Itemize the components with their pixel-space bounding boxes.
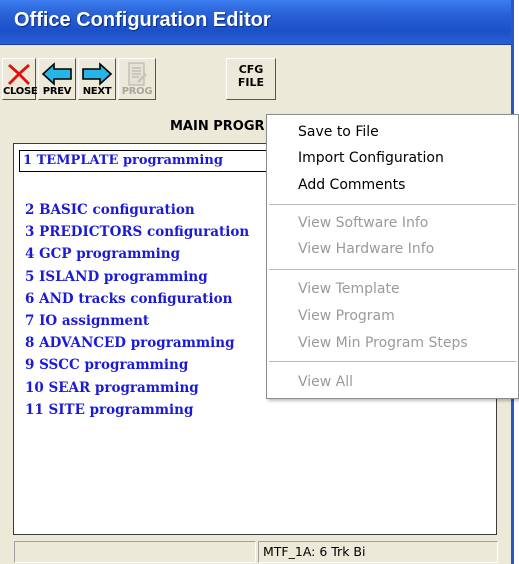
status-bar: MTF_1A: 6 Trk Bi: [0, 538, 511, 564]
context-menu-item-view-template[interactable]: View Template: [298, 279, 400, 299]
next-button-label: NEXT: [82, 86, 112, 97]
context-menu-item-view-hardware-info[interactable]: View Hardware Info: [298, 239, 434, 259]
context-menu-item-save-to-file[interactable]: Save to File: [298, 122, 379, 142]
program-list-item[interactable]: 5 ISLAND programming: [25, 266, 249, 288]
right-arrow-icon: [82, 62, 113, 86]
cfg-file-button[interactable]: CFG FILE: [226, 58, 276, 100]
window-title: Office Configuration Editor: [14, 9, 271, 31]
context-menu-item-add-comments[interactable]: Add Comments: [298, 175, 405, 195]
program-list-item[interactable]: 8 ADVANCED programming: [25, 332, 249, 354]
program-list-item[interactable]: 3 PREDICTORS configuration: [25, 221, 249, 243]
context-menu-item-view-min-program-steps[interactable]: View Min Program Steps: [298, 333, 468, 353]
context-menu-separator: [269, 361, 516, 362]
context-menu-separator: [269, 269, 516, 270]
cfg-file-button-label: CFG FILE: [227, 63, 275, 89]
context-menu-item-view-all[interactable]: View All: [298, 372, 353, 392]
program-list-item[interactable]: 2 BASIC configuration: [25, 199, 249, 221]
status-cell-right: MTF_1A: 6 Trk Bi: [258, 541, 498, 563]
prev-button[interactable]: PREV: [38, 58, 76, 100]
program-list-item[interactable]: 11 SITE programming: [25, 399, 249, 421]
prog-button-label: PROG: [121, 86, 153, 97]
program-list-item[interactable]: 10 SEAR programming: [25, 377, 249, 399]
program-list-item[interactable]: 7 IO assignment: [25, 310, 249, 332]
next-button[interactable]: NEXT: [78, 58, 116, 100]
status-cell-left: [14, 541, 256, 563]
main-program-title: MAIN PROGR: [170, 119, 265, 134]
title-bar[interactable]: Office Configuration Editor: [0, 0, 511, 45]
program-list-item[interactable]: 9 SSCC programming: [25, 354, 249, 376]
context-menu-item-import-configuration[interactable]: Import Configuration: [298, 148, 444, 168]
close-button[interactable]: CLOSE: [2, 58, 38, 100]
context-menu-separator: [269, 204, 516, 205]
context-menu: Save to File Import Configuration Add Comm…: [266, 114, 519, 399]
cfg-label-line1: CFG: [238, 63, 264, 76]
left-arrow-icon: [41, 62, 72, 86]
context-menu-item-view-software-info[interactable]: View Software Info: [298, 213, 428, 233]
program-list-item[interactable]: 6 AND tracks configuration: [25, 288, 249, 310]
program-list: 2 BASIC configuration 3 PREDICTORS config…: [25, 199, 249, 421]
close-button-label: CLOSE: [3, 86, 38, 97]
prev-button-label: PREV: [42, 86, 72, 97]
program-list-item[interactable]: 4 GCP programming: [25, 243, 249, 265]
red-x-icon: [8, 64, 30, 85]
toolbar: CLOSE PREV NEXT PROG CFG FILE: [0, 45, 511, 111]
context-menu-item-view-program[interactable]: View Program: [298, 306, 395, 326]
selected-program-item[interactable]: 1 TEMPLATE programming: [19, 150, 269, 172]
prog-button[interactable]: PROG: [118, 58, 156, 100]
document-icon: [128, 62, 147, 86]
cfg-label-line2: FILE: [237, 76, 265, 89]
